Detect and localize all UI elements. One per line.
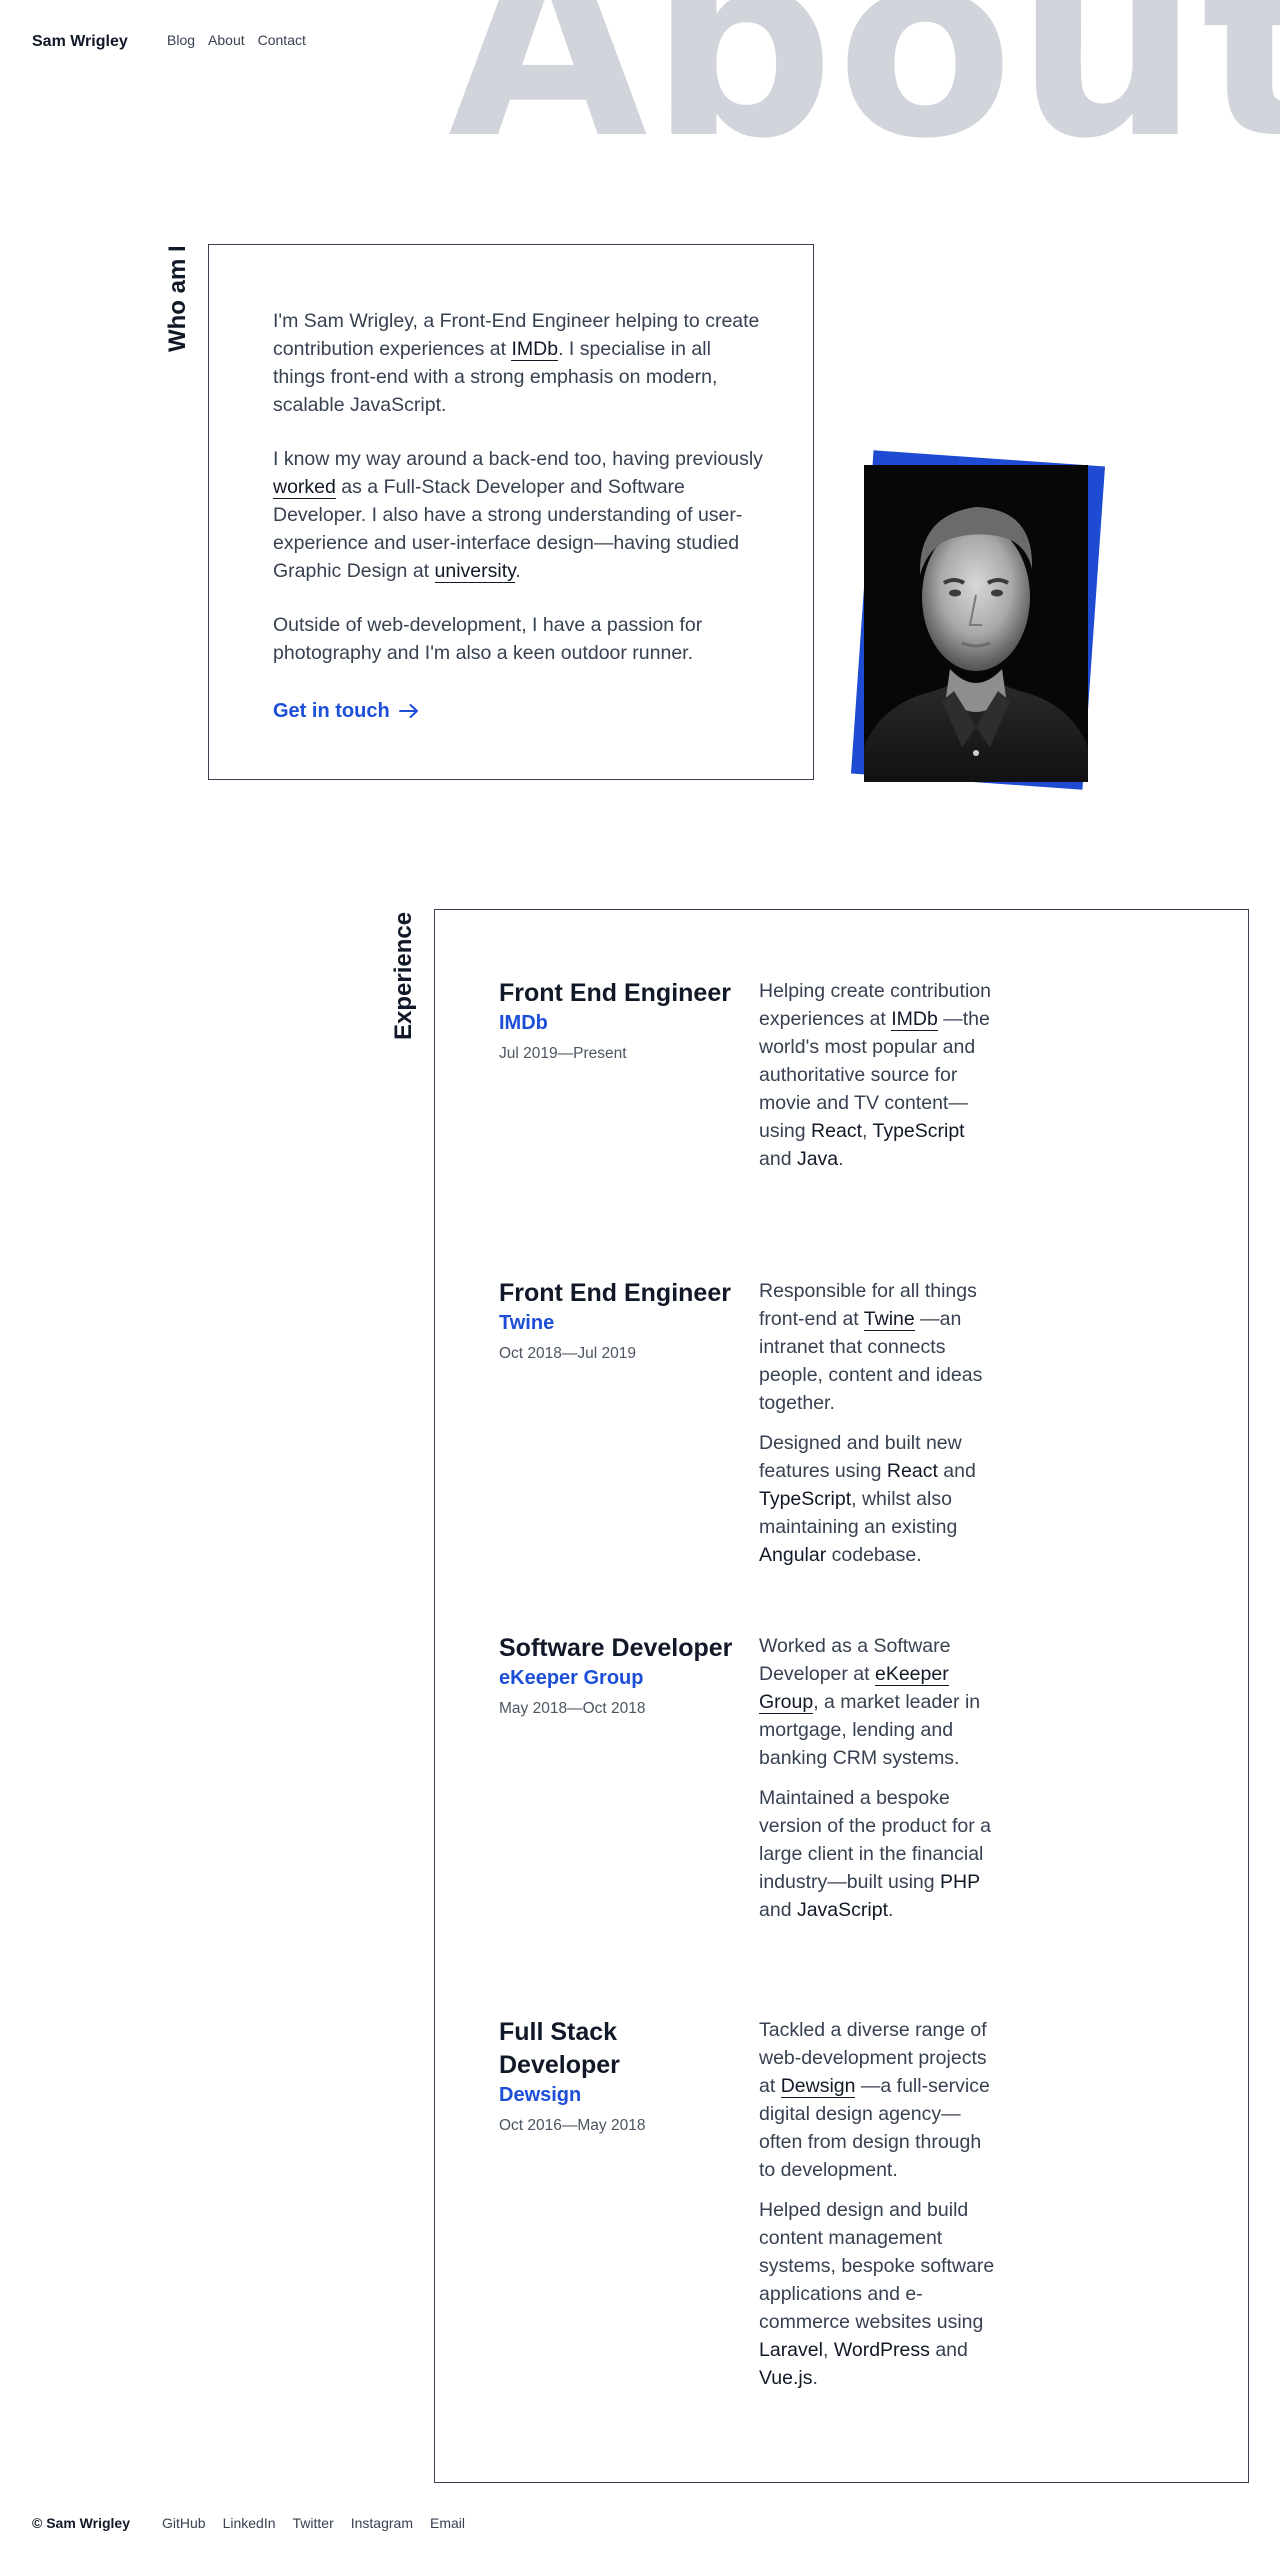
- footer-links: GitHub LinkedIn Twitter Instagram Email: [162, 2515, 465, 2531]
- job-description: Tackled a diverse range of web-developme…: [759, 2016, 995, 2404]
- nav-link-contact[interactable]: Contact: [258, 32, 306, 48]
- tech-name: Java: [796, 1148, 839, 1170]
- job-company: eKeeper Group: [499, 1667, 644, 1689]
- footer-copyright: © Sam Wrigley: [32, 2515, 130, 2531]
- university-link[interactable]: university: [434, 560, 516, 583]
- job-description-paragraph: Worked as a Software Developer at eKeepe…: [759, 1632, 995, 1772]
- portrait-photo: [864, 465, 1088, 782]
- footer-link-email[interactable]: Email: [430, 2515, 465, 2531]
- company-link[interactable]: Twine: [863, 1308, 915, 1331]
- tech-name: Angular: [759, 1544, 827, 1566]
- text-run: .: [838, 1148, 844, 1170]
- tech-name: WordPress: [833, 2339, 930, 2361]
- tech-name: PHP: [940, 1871, 980, 1893]
- job-title: Front End Engineer: [499, 979, 731, 1007]
- footer-link-github[interactable]: GitHub: [162, 2515, 206, 2531]
- hero-background-title: About: [448, 0, 1280, 195]
- arrow-right-icon: [398, 704, 418, 718]
- site-footer: © Sam Wrigley GitHub LinkedIn Twitter In…: [32, 2515, 465, 2531]
- nav-link-blog[interactable]: Blog: [167, 32, 195, 48]
- tech-name: JavaScript: [796, 1899, 888, 1921]
- text-run: codebase.: [826, 1544, 922, 1566]
- job-description-paragraph: Helping create contribution experiences …: [759, 977, 995, 1173]
- about-text-run: I know my way around a back-end too, hav…: [273, 448, 763, 470]
- job-dates: Jul 2019—Present: [499, 1045, 627, 1062]
- footer-link-instagram[interactable]: Instagram: [351, 2515, 413, 2531]
- tech-name: Laravel: [759, 2339, 823, 2361]
- nav-link-about[interactable]: About: [208, 32, 245, 48]
- text-run: .: [812, 2367, 818, 2389]
- about-paragraph-3: Outside of web-development, I have a pas…: [273, 614, 703, 664]
- get-in-touch-label: Get in touch: [273, 700, 390, 722]
- site-brand-link[interactable]: Sam Wrigley: [32, 33, 128, 51]
- job-company: Dewsign: [499, 2084, 582, 2106]
- experience-card: Front End Engineer IMDb Jul 2019—Present…: [434, 909, 1249, 2483]
- portrait-illustration: [864, 465, 1088, 782]
- job-description-paragraph: Tackled a diverse range of web-developme…: [759, 2016, 995, 2184]
- text-run: and: [759, 1899, 797, 1921]
- text-run: Helped design and build content manageme…: [759, 2199, 995, 2333]
- tech-name: Vue.js: [759, 2367, 813, 2389]
- footer-link-linkedin[interactable]: LinkedIn: [223, 2515, 276, 2531]
- about-text-run: .: [515, 560, 521, 582]
- tech-name: TypeScript: [759, 1488, 852, 1510]
- imdb-link[interactable]: IMDb: [511, 338, 559, 361]
- text-run: and: [937, 1460, 976, 1482]
- job-heading: Full Stack Developer Dewsign Oct 2016—Ma…: [499, 2016, 739, 2135]
- job-description: Responsible for all things front-end at …: [759, 1277, 995, 1581]
- job-description-paragraph: Helped design and build content manageme…: [759, 2196, 995, 2392]
- footer-link-twitter[interactable]: Twitter: [293, 2515, 334, 2531]
- job-description-paragraph: Designed and built new features using Re…: [759, 1429, 995, 1569]
- main-nav: Blog About Contact: [167, 32, 306, 48]
- job-description-paragraph: Responsible for all things front-end at …: [759, 1277, 995, 1417]
- text-run: ,: [862, 1120, 873, 1142]
- job-description-paragraph: Maintained a bespoke version of the prod…: [759, 1784, 995, 1924]
- job-description: Helping create contribution experiences …: [759, 977, 995, 1185]
- section-label-who-am-i: Who am I: [164, 245, 191, 352]
- job-dates: Oct 2018—Jul 2019: [499, 1345, 637, 1362]
- tech-name: React: [886, 1460, 938, 1482]
- job-heading: Software Developer eKeeper Group May 201…: [499, 1632, 739, 1718]
- company-link[interactable]: Dewsign: [780, 2075, 856, 2098]
- job-title: Front End Engineer: [499, 1279, 731, 1307]
- job-title: Software Developer: [499, 1634, 733, 1662]
- tech-name: React: [811, 1120, 862, 1142]
- job-company: IMDb: [499, 1012, 548, 1034]
- about-text: I'm Sam Wrigley, a Front-End Engineer he…: [273, 307, 763, 725]
- job-description: Worked as a Software Developer at eKeepe…: [759, 1632, 995, 1936]
- text-run: and: [929, 2339, 968, 2361]
- text-run: ,: [822, 2339, 834, 2361]
- worked-link[interactable]: worked: [273, 476, 336, 499]
- job-dates: May 2018—Oct 2018: [499, 1700, 646, 1717]
- about-paragraph-1: I'm Sam Wrigley, a Front-End Engineer he…: [273, 307, 763, 419]
- about-paragraph-2: I know my way around a back-end too, hav…: [273, 445, 763, 585]
- text-run: .: [888, 1899, 894, 1921]
- company-link[interactable]: IMDb: [891, 1008, 938, 1031]
- get-in-touch-link[interactable]: Get in touch: [273, 697, 420, 725]
- tech-name: TypeScript: [872, 1120, 965, 1142]
- job-title: Full Stack Developer: [499, 2018, 620, 2079]
- job-dates: Oct 2016—May 2018: [499, 2117, 646, 2134]
- job-heading: Front End Engineer Twine Oct 2018—Jul 20…: [499, 1277, 739, 1363]
- about-card: I'm Sam Wrigley, a Front-End Engineer he…: [208, 244, 814, 780]
- text-run: and: [759, 1148, 797, 1170]
- section-label-experience: Experience: [390, 911, 417, 1040]
- job-heading: Front End Engineer IMDb Jul 2019—Present: [499, 977, 739, 1063]
- job-company: Twine: [499, 1312, 555, 1334]
